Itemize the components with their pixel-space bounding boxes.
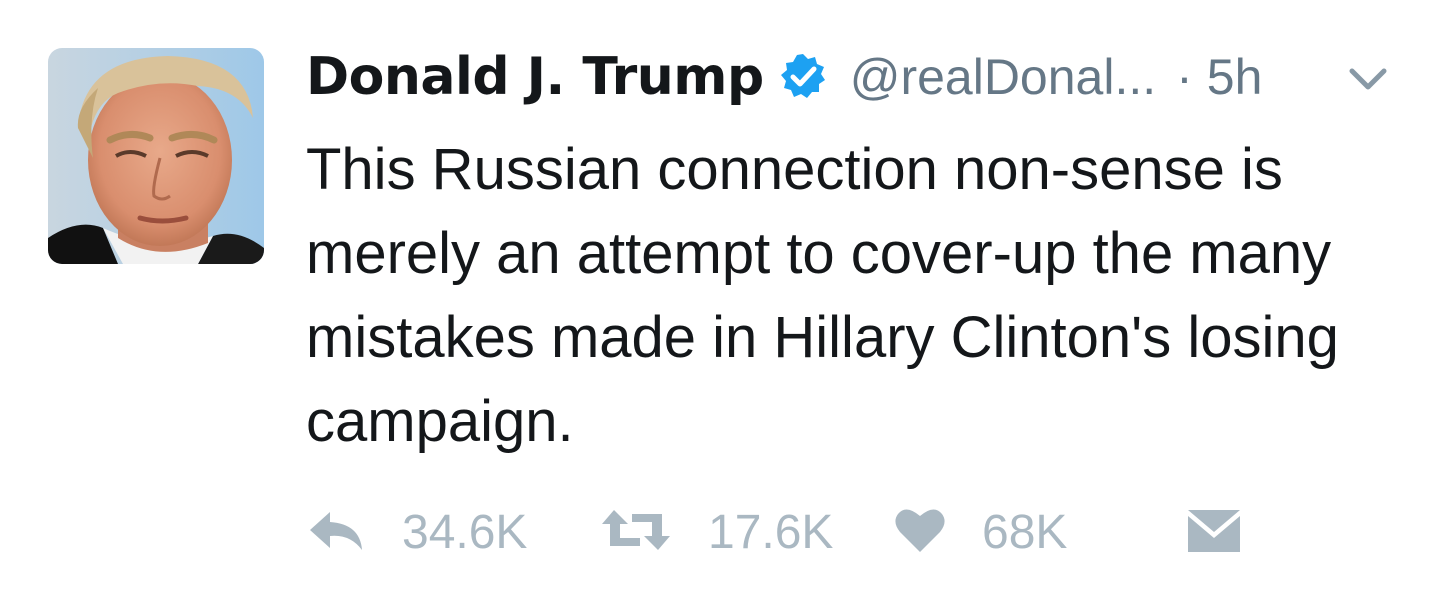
like-count: 68K [982,505,1068,559]
tweet-text: This Russian connection non-sense is mer… [306,137,1339,454]
reply-icon [306,506,366,559]
header-separator: · [1176,49,1193,105]
reply-button[interactable]: 34.6K [306,500,527,564]
heart-icon [894,506,946,559]
avatar[interactable] [48,48,264,264]
envelope-icon [1186,506,1242,559]
tweet-header: Donald J. Trump @realDonal... · 5h [306,42,1262,112]
direct-message-button[interactable] [1186,500,1242,564]
retweet-button[interactable]: 17.6K [600,500,833,564]
verified-badge-icon [778,52,828,102]
reply-count: 34.6K [402,505,528,559]
chevron-down-icon[interactable] [1348,66,1388,92]
author-name[interactable]: Donald J. Trump [306,47,764,107]
retweet-count: 17.6K [708,505,834,559]
tweet-time[interactable]: 5h [1207,48,1263,106]
retweet-icon [600,506,672,559]
author-handle[interactable]: @realDonal... [850,48,1156,106]
like-button[interactable]: 68K [894,500,1067,564]
tweet-card[interactable]: Donald J. Trump @realDonal... · 5h This … [0,0,1440,599]
